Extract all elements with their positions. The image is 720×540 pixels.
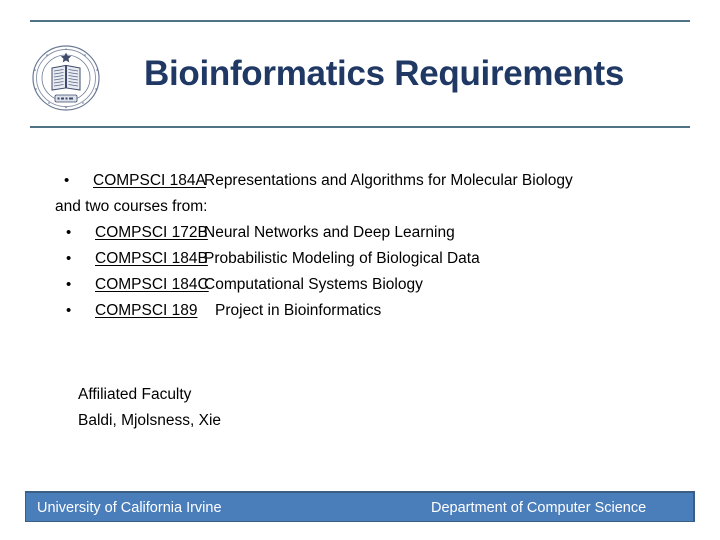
page-title: Bioinformatics Requirements: [143, 54, 625, 93]
requirements-list: • COMPSCI 184A Representations and Algor…: [0, 168, 720, 324]
course-title: Computational Systems Biology: [204, 276, 423, 293]
course-code-link[interactable]: COMPSCI 184B: [95, 246, 208, 272]
footer-bar: University of California Irvine Departme…: [25, 491, 695, 522]
header-rule-top: [30, 20, 690, 22]
course-code-link[interactable]: COMPSCI 189: [95, 298, 198, 324]
faculty-names: Baldi, Mjolsness, Xie: [78, 412, 222, 429]
faculty-heading: Affiliated Faculty: [78, 386, 192, 403]
bullet-icon: •: [66, 302, 72, 319]
course-code-link[interactable]: COMPSCI 184A: [93, 168, 206, 194]
course-title: Project in Bioinformatics: [215, 302, 382, 319]
list-item: and two courses from:: [0, 194, 720, 220]
course-title: Probabilistic Modeling of Biological Dat…: [204, 250, 480, 267]
list-item: • COMPSCI 172B Neural Networks and Deep …: [0, 220, 720, 246]
bullet-icon: •: [66, 250, 72, 267]
footer-university-label: University of California Irvine: [37, 500, 222, 516]
affiliated-faculty-section: Affiliated Faculty Baldi, Mjolsness, Xie: [0, 382, 720, 434]
list-item: • COMPSCI 184B Probabilistic Modeling of…: [0, 246, 720, 272]
uc-seal-icon: [27, 44, 105, 112]
bullet-icon: •: [66, 276, 72, 293]
footer-department-label: Department of Computer Science: [431, 500, 647, 516]
header-rule-bottom: [30, 126, 690, 128]
course-code-link[interactable]: COMPSCI 184C: [95, 272, 209, 298]
electives-intro-text: and two courses from:: [55, 198, 208, 215]
course-title: Representations and Algorithms for Molec…: [204, 172, 573, 189]
bullet-icon: •: [66, 224, 72, 241]
bullet-icon: •: [64, 172, 70, 189]
course-title: Neural Networks and Deep Learning: [204, 224, 455, 241]
list-item: • COMPSCI 184A Representations and Algor…: [0, 168, 720, 194]
course-code-link[interactable]: COMPSCI 172B: [95, 220, 208, 246]
slide-header: Bioinformatics Requirements: [0, 0, 720, 130]
list-item: • COMPSCI 189 Project in Bioinformatics: [0, 298, 720, 324]
list-item: • COMPSCI 184C Computational Systems Bio…: [0, 272, 720, 298]
